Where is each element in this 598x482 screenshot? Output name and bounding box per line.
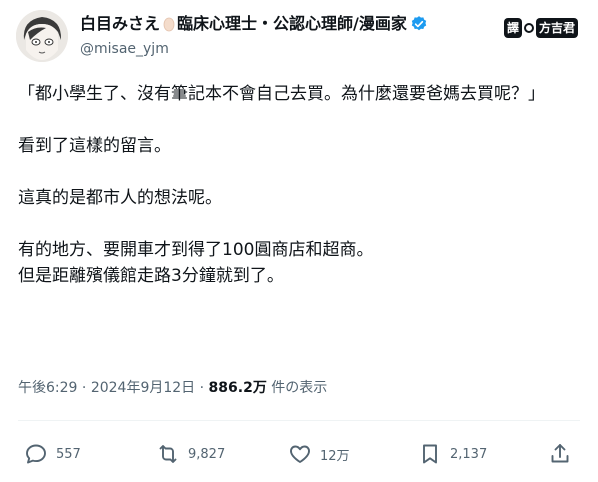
reply-icon	[26, 444, 46, 464]
reply-count: 557	[56, 446, 81, 462]
reply-button[interactable]: 557	[24, 440, 81, 468]
author-name-line[interactable]: 白目みさえ 臨床心理士・公認心理師/漫画家	[80, 14, 428, 34]
tweet-meta: 午後6:29 · 2024年9月12日 · 886.2万 件の表示	[18, 378, 327, 398]
tweet-paragraph: 「都小學生了、沒有筆記本不會自己去買。為什麼還要爸媽去買呢？」	[18, 84, 545, 104]
bookmark-count: 2,137	[450, 446, 488, 462]
bookmark-icon	[423, 444, 437, 464]
bookmark-button[interactable]: 2,137	[418, 440, 487, 468]
author-handle[interactable]: @misae_yjm	[80, 40, 169, 58]
tweet-time[interactable]: 午後6:29	[18, 380, 77, 396]
author-title: 臨床心理士・公認心理師/漫画家	[177, 14, 407, 33]
tweet-card: 白目みさえ 臨床心理士・公認心理師/漫画家 @misae_yjm 譯 方吉君 「…	[0, 0, 598, 482]
action-bar: 557 9,827 12万 2,137	[0, 440, 598, 468]
tweet-date[interactable]: 2024年9月12日	[91, 380, 195, 396]
translator-badge-left: 譯	[503, 18, 522, 38]
tweet-paragraph: 這真的是都市人的想法呢。	[18, 188, 222, 208]
meta-separator: ·	[199, 380, 205, 396]
divider	[18, 420, 580, 421]
repost-button[interactable]: 9,827	[156, 440, 225, 468]
meta-separator: ·	[81, 380, 87, 396]
repost-count: 9,827	[188, 446, 226, 462]
translator-badge-right: 方吉君	[535, 18, 578, 38]
tweet-text: 「都小學生了、沒有筆記本不會自己去買。為什麼還要爸媽去買呢？」 看到了這樣的留言…	[18, 81, 584, 289]
display-name[interactable]: 白目みさえ	[80, 14, 160, 34]
like-count: 12万	[320, 448, 350, 464]
tweet-paragraph: 有的地方、要開車才到得了100圓商店和超商。 但是距離殯儀館走路3分鐘就到了。	[18, 240, 374, 286]
avatar[interactable]	[16, 10, 68, 62]
view-count: 886.2万	[208, 380, 267, 396]
avatar-illustration	[16, 10, 68, 62]
badge-dot-icon	[523, 23, 534, 33]
repost-icon	[159, 445, 177, 463]
tweet-paragraph: 看到了這樣的留言。	[18, 136, 171, 156]
view-count-label: 件の表示	[271, 380, 328, 396]
like-button[interactable]: 12万	[288, 440, 350, 468]
translator-badge: 譯 方吉君	[503, 17, 578, 39]
egg-icon	[163, 16, 175, 32]
heart-icon	[290, 445, 310, 463]
share-button[interactable]	[548, 440, 580, 468]
share-icon	[551, 444, 569, 463]
verified-badge-icon[interactable]	[410, 15, 428, 33]
